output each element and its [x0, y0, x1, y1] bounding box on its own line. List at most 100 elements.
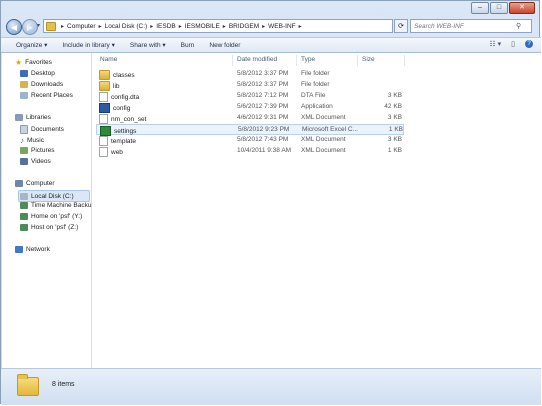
- file-type: XML Document: [301, 147, 346, 154]
- explorer-window: – □ ✕ ◀ ▶ ▾ ▸ Computer ▸ Local Disk (C:)…: [0, 0, 541, 405]
- address-bar[interactable]: ▸ Computer ▸ Local Disk (C:) ▸ IESDB ▸ I…: [43, 19, 393, 33]
- breadcrumb-web-inf[interactable]: WEB-INF: [268, 23, 295, 30]
- search-icon[interactable]: ⚲: [516, 22, 521, 30]
- breadcrumb-bridgem[interactable]: BRIDGEM: [229, 23, 259, 30]
- sidebar-item-label: Favorites: [25, 59, 52, 66]
- address-row: ◀ ▶ ▾ ▸ Computer ▸ Local Disk (C:) ▸ IES…: [1, 15, 541, 37]
- file-row[interactable]: template 5/8/2012 7:43 PM XML Document 3…: [96, 135, 404, 146]
- file-date: 5/8/2012 7:12 PM: [237, 92, 289, 99]
- network-drive-icon: [20, 213, 28, 220]
- file-icon: [99, 92, 108, 102]
- details-pane: 8 items: [1, 368, 541, 405]
- preview-pane-icon[interactable]: ▯: [511, 40, 515, 48]
- file-name-cell: web: [99, 147, 219, 157]
- file-row[interactable]: settings 5/8/2012 9:23 PM Microsoft Exce…: [96, 124, 404, 136]
- sidebar-item-label: Desktop: [31, 70, 55, 77]
- view-controls: ☷ ▾ ▯ ?: [489, 40, 533, 48]
- sidebar-item-time-machine[interactable]: Time Machine Backu: [20, 202, 91, 209]
- sidebar-item-documents[interactable]: Documents: [20, 125, 64, 134]
- window-controls: – □ ✕: [471, 2, 535, 14]
- sidebar-item-label: Home on 'psf' (Y:): [31, 213, 83, 220]
- refresh-button[interactable]: ⟳: [394, 19, 408, 33]
- file-date: 5/6/2012 7:39 PM: [237, 103, 289, 110]
- breadcrumb-iesmobile[interactable]: IESMOBILE: [185, 23, 220, 30]
- sidebar-item-recent-places[interactable]: Recent Places: [20, 92, 73, 99]
- file-type: File folder: [301, 70, 330, 77]
- sidebar-item-pictures[interactable]: Pictures: [20, 147, 54, 154]
- title-bar: – □ ✕: [1, 1, 541, 15]
- search-box[interactable]: ⚲: [410, 19, 532, 33]
- file-row[interactable]: lib 5/8/2012 3:37 PM File folder: [96, 80, 404, 91]
- sidebar-item-desktop[interactable]: Desktop: [20, 70, 55, 77]
- organize-menu[interactable]: Organize ▾: [16, 41, 47, 49]
- chevron-right-icon: ▸: [298, 23, 302, 30]
- sidebar-item-home-psf[interactable]: Home on 'psf' (Y:): [20, 213, 82, 220]
- sidebar-item-downloads[interactable]: Downloads: [20, 81, 63, 88]
- sidebar-item-host-psf[interactable]: Host on 'psf' (Z:): [20, 224, 78, 231]
- change-view-icon[interactable]: ☷ ▾: [489, 40, 501, 48]
- sidebar-item-label: Downloads: [31, 81, 64, 88]
- item-count: 8 items: [52, 381, 75, 388]
- videos-icon: [20, 158, 28, 165]
- file-name-cell: config.dta: [99, 92, 219, 102]
- sidebar-item-favorites[interactable]: ★ Favorites: [15, 58, 52, 67]
- sidebar-item-label: Recent Places: [31, 92, 73, 99]
- sidebar-item-local-disk[interactable]: Local Disk (C:): [18, 190, 90, 202]
- xml-file-icon: [99, 147, 108, 157]
- breadcrumb-local-disk[interactable]: Local Disk (C:): [105, 23, 148, 30]
- minimize-button[interactable]: –: [471, 2, 489, 14]
- include-in-library-menu[interactable]: Include in library ▾: [62, 41, 114, 49]
- close-button[interactable]: ✕: [509, 2, 535, 14]
- file-size: 1 KB: [387, 147, 402, 154]
- folder-icon: [99, 70, 110, 80]
- sidebar-item-label: Computer: [26, 180, 55, 187]
- sidebar-item-network[interactable]: Network: [15, 246, 50, 253]
- back-button[interactable]: ◀: [6, 19, 22, 35]
- column-header-size[interactable]: Size: [362, 56, 375, 66]
- column-header-date[interactable]: Date modified: [237, 56, 277, 66]
- file-date: 5/8/2012 3:37 PM: [237, 70, 289, 77]
- sidebar-item-libraries[interactable]: Libraries: [15, 114, 51, 121]
- help-icon[interactable]: ?: [525, 40, 533, 48]
- file-date: 5/8/2012 7:43 PM: [237, 136, 289, 143]
- maximize-button[interactable]: □: [490, 2, 508, 14]
- file-row[interactable]: config.dta 5/8/2012 7:12 PM DTA File 3 K…: [96, 91, 404, 102]
- new-folder-button[interactable]: New folder: [209, 42, 240, 49]
- column-header-name[interactable]: Name: [100, 56, 117, 66]
- search-input[interactable]: [414, 22, 516, 30]
- forward-button[interactable]: ▶: [22, 19, 38, 35]
- column-divider[interactable]: [232, 55, 233, 66]
- sidebar-item-videos[interactable]: Videos: [20, 158, 51, 165]
- file-type: Application: [301, 103, 333, 110]
- pictures-icon: [20, 147, 28, 154]
- sidebar-item-computer[interactable]: Computer: [15, 180, 55, 187]
- sidebar-item-label: Host on 'psf' (Z:): [31, 224, 79, 231]
- file-row[interactable]: classes 5/8/2012 3:37 PM File folder: [96, 69, 404, 80]
- burn-button[interactable]: Burn: [181, 42, 195, 49]
- file-name-cell: config: [99, 103, 219, 113]
- share-with-menu[interactable]: Share with ▾: [130, 41, 166, 49]
- breadcrumb-computer[interactable]: Computer: [67, 23, 96, 30]
- column-divider[interactable]: [404, 55, 405, 66]
- command-bar: Organize ▾ Include in library ▾ Share wi…: [1, 37, 541, 53]
- sidebar-item-music[interactable]: ♪ Music: [20, 136, 44, 145]
- desktop-icon: [20, 70, 28, 77]
- column-header-type[interactable]: Type: [301, 56, 315, 66]
- file-row[interactable]: nm_con_set 4/6/2012 9:31 PM XML Document…: [96, 113, 404, 124]
- recent-places-icon: [20, 92, 28, 99]
- file-row[interactable]: config 5/6/2012 7:39 PM Application 42 K…: [96, 102, 404, 113]
- column-divider[interactable]: [357, 55, 358, 66]
- sidebar-item-label: Videos: [31, 158, 51, 165]
- breadcrumb-iesdb[interactable]: IESDB: [156, 23, 176, 30]
- file-row[interactable]: web 10/4/2011 9:38 AM XML Document 1 KB: [96, 146, 404, 157]
- file-name-cell: classes: [99, 70, 219, 80]
- file-size: 3 KB: [387, 114, 402, 121]
- chevron-right-icon: ▸: [222, 23, 226, 30]
- column-divider[interactable]: [296, 55, 297, 66]
- recent-pages-dropdown[interactable]: ▾: [37, 22, 40, 29]
- star-icon: ★: [15, 58, 23, 67]
- sidebar-item-label: Time Machine Backu: [31, 202, 92, 209]
- chevron-right-icon: ▸: [98, 23, 102, 30]
- file-type: DTA File: [301, 92, 326, 99]
- documents-icon: [20, 125, 28, 134]
